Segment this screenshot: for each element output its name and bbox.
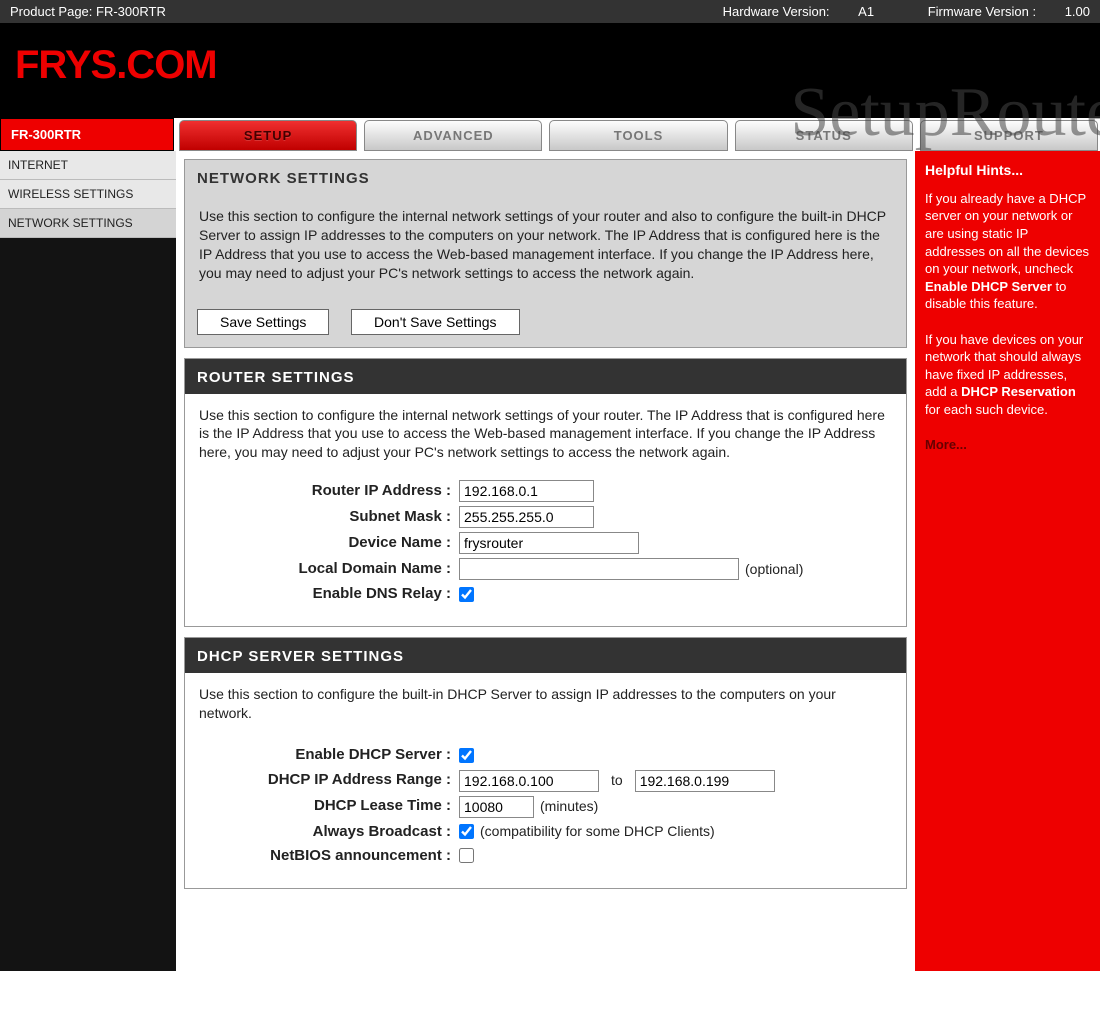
dns-relay-checkbox[interactable]	[459, 587, 474, 602]
product-page-label: Product Page:	[10, 4, 96, 19]
tab-tools[interactable]: TOOLS	[549, 120, 727, 151]
tab-setup[interactable]: SETUP	[179, 120, 357, 151]
subnet-mask-label: Subnet Mask :	[199, 507, 459, 527]
netbios-checkbox[interactable]	[459, 848, 474, 863]
dhcp-lease-input[interactable]	[459, 796, 534, 818]
hardware-version-value: A1	[858, 4, 874, 19]
save-settings-button[interactable]: Save Settings	[197, 309, 329, 335]
dhcp-range-to-word: to	[611, 771, 623, 790]
device-name-input[interactable]	[459, 532, 639, 554]
local-domain-input[interactable]	[459, 558, 739, 580]
sidebar-item-wireless[interactable]: WIRELESS SETTINGS	[0, 180, 176, 209]
enable-dhcp-label: Enable DHCP Server :	[199, 745, 459, 765]
watermark-text: SetupRouter.co	[790, 73, 1100, 153]
top-info-bar: Product Page: FR-300RTR Hardware Version…	[0, 0, 1100, 23]
dhcp-settings-desc: Use this section to configure the built-…	[199, 685, 892, 723]
local-domain-suffix: (optional)	[745, 560, 803, 579]
router-settings-title: ROUTER SETTINGS	[185, 359, 906, 394]
helpful-hints-panel: Helpful Hints... If you already have a D…	[915, 151, 1100, 971]
hints-title: Helpful Hints...	[925, 161, 1090, 180]
dhcp-range-to-input[interactable]	[635, 770, 775, 792]
left-sidebar: INTERNET WIRELESS SETTINGS NETWORK SETTI…	[0, 151, 176, 971]
hints-paragraph-2: If you have devices on your network that…	[925, 331, 1090, 419]
dhcp-lease-label: DHCP Lease Time :	[199, 796, 459, 816]
dhcp-range-label: DHCP IP Address Range :	[199, 770, 459, 790]
dns-relay-label: Enable DNS Relay :	[199, 584, 459, 604]
sidebar-item-network[interactable]: NETWORK SETTINGS	[0, 209, 176, 238]
device-name-label: Device Name :	[199, 533, 459, 553]
network-settings-desc: Use this section to configure the intern…	[185, 195, 906, 301]
dhcp-settings-panel: DHCP SERVER SETTINGS Use this section to…	[184, 637, 907, 889]
local-domain-label: Local Domain Name :	[199, 559, 459, 579]
dhcp-range-from-input[interactable]	[459, 770, 599, 792]
enable-dhcp-checkbox[interactable]	[459, 748, 474, 763]
firmware-version-label: Firmware Version :	[928, 4, 1040, 19]
dhcp-settings-title: DHCP SERVER SETTINGS	[185, 638, 906, 673]
device-model-tab: FR-300RTR	[0, 118, 174, 151]
firmware-version-value: 1.00	[1065, 4, 1090, 19]
sidebar-item-internet[interactable]: INTERNET	[0, 151, 176, 180]
hints-paragraph-1: If you already have a DHCP server on you…	[925, 190, 1090, 313]
router-settings-desc: Use this section to configure the intern…	[199, 406, 892, 463]
hardware-version-label: Hardware Version:	[723, 4, 834, 19]
always-broadcast-label: Always Broadcast :	[199, 822, 459, 842]
always-broadcast-suffix: (compatibility for some DHCP Clients)	[480, 822, 715, 841]
router-ip-label: Router IP Address :	[199, 481, 459, 501]
dhcp-lease-suffix: (minutes)	[540, 797, 598, 816]
always-broadcast-checkbox[interactable]	[459, 824, 474, 839]
network-settings-panel: NETWORK SETTINGS Use this section to con…	[184, 159, 907, 348]
dont-save-settings-button[interactable]: Don't Save Settings	[351, 309, 520, 335]
tab-advanced[interactable]: ADVANCED	[364, 120, 542, 151]
router-settings-panel: ROUTER SETTINGS Use this section to conf…	[184, 358, 907, 628]
router-ip-input[interactable]	[459, 480, 594, 502]
hints-more-link[interactable]: More...	[925, 437, 967, 452]
netbios-label: NetBIOS announcement :	[199, 846, 459, 866]
subnet-mask-input[interactable]	[459, 506, 594, 528]
product-page-value: FR-300RTR	[96, 4, 166, 19]
network-settings-title: NETWORK SETTINGS	[185, 160, 906, 195]
logo-banner: FRYS.COM SetupRouter.co	[0, 23, 1100, 118]
main-content: NETWORK SETTINGS Use this section to con…	[176, 151, 915, 971]
